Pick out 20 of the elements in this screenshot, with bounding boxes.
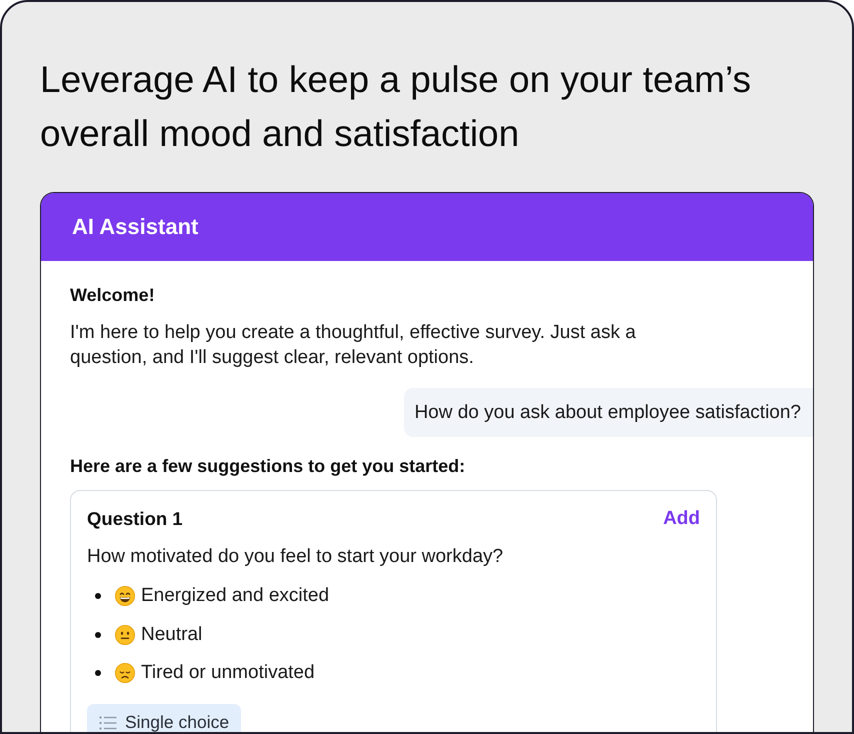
bullet-icon: [95, 632, 101, 638]
grinning-face-icon: [115, 586, 135, 606]
neutral-face-icon: [115, 624, 135, 644]
answer-option: Tired or unmotivated: [141, 662, 315, 684]
list-icon: [99, 716, 117, 730]
answer-option: Neutral: [141, 624, 202, 646]
welcome-message: I'm here to help you create a thoughtful, effective survey. Just ask a question, and I'll suggest clear, relevant options.: [70, 321, 637, 370]
add-button[interactable]: Add: [663, 508, 700, 530]
sad-face-icon: [115, 663, 135, 683]
question-type-label: Single choice: [125, 712, 230, 732]
question-label: Question 1: [87, 508, 183, 530]
user-message: How do you ask about employee satisfaction?: [404, 388, 813, 437]
bullet-icon: [95, 593, 101, 599]
answer-option: Energized and excited: [141, 585, 330, 607]
suggestions-intro: Here are a few suggestions to get you started:: [70, 455, 466, 477]
page-heading: Leverage AI to keep a pulse on your team’s overall mood and satisfaction: [40, 58, 752, 156]
assistant-title: AI Assistant: [72, 214, 198, 240]
welcome-title: Welcome!: [70, 284, 156, 306]
bullet-icon: [95, 670, 101, 676]
question-text: How motivated do you feel to start your workday?: [87, 545, 504, 569]
